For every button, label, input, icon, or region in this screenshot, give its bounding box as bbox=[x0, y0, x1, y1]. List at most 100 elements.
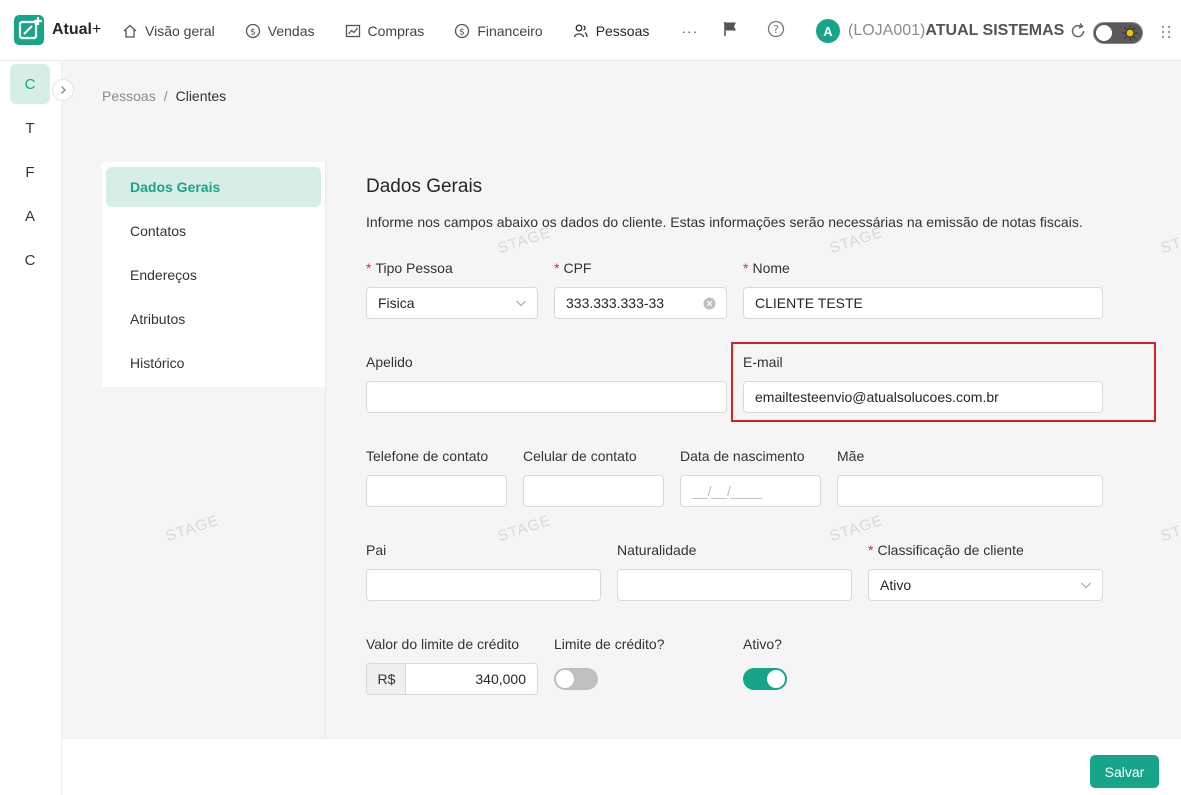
tipo-pessoa-select[interactable]: Fisica bbox=[366, 287, 538, 319]
app-name: Atual+ bbox=[52, 21, 102, 38]
naturalidade-input[interactable] bbox=[617, 569, 852, 601]
watermark: STAGE bbox=[1158, 511, 1181, 546]
cpf-label: * CPF bbox=[554, 260, 592, 276]
rail-item-f[interactable]: F bbox=[10, 152, 50, 192]
cpf-input[interactable]: 333.333.333-33 bbox=[554, 287, 727, 319]
ativo-switch[interactable] bbox=[743, 668, 787, 690]
nav-pessoas[interactable]: Pessoas bbox=[573, 22, 650, 39]
nav-visao-geral[interactable]: Visão geral bbox=[122, 23, 215, 39]
dollar-circle-icon: $ bbox=[455, 23, 470, 38]
nascimento-placeholder: __/__/____ bbox=[692, 483, 763, 499]
watermark: STAGE bbox=[163, 511, 222, 546]
breadcrumb: Pessoas / Clientes bbox=[102, 88, 226, 104]
classificacao-select[interactable]: Ativo bbox=[868, 569, 1103, 601]
rail-item-c2[interactable]: C bbox=[10, 240, 50, 280]
nav-compras[interactable]: Compras bbox=[345, 22, 425, 39]
limite-credito-switch[interactable] bbox=[554, 668, 598, 690]
watermark: STAGE bbox=[495, 511, 554, 546]
mae-input[interactable] bbox=[837, 475, 1103, 507]
nav-label: Compras bbox=[367, 22, 425, 39]
form-title: Dados Gerais bbox=[366, 176, 483, 197]
logo-icon bbox=[14, 15, 44, 45]
pai-input[interactable] bbox=[366, 569, 601, 601]
app-logo[interactable]: Atual+ bbox=[14, 15, 101, 45]
currency-prefix: R$ bbox=[366, 663, 406, 695]
avatar: A bbox=[816, 19, 840, 43]
svg-text:?: ? bbox=[773, 23, 779, 36]
more-menu-icon[interactable]: ··· bbox=[681, 23, 698, 39]
nome-input[interactable]: CLIENTE TESTE bbox=[743, 287, 1103, 319]
celular-input[interactable] bbox=[523, 475, 664, 507]
mae-label: Mãe bbox=[837, 448, 865, 464]
switch-knob bbox=[767, 670, 785, 688]
side-item-contatos[interactable]: Contatos bbox=[106, 211, 321, 251]
clear-icon[interactable] bbox=[703, 297, 716, 310]
form-description: Informe nos campos abaixo os dados do cl… bbox=[366, 214, 1083, 230]
refresh-icon[interactable] bbox=[1069, 22, 1087, 40]
apps-grid-icon[interactable] bbox=[1160, 24, 1172, 40]
ativo-label: Ativo? bbox=[743, 636, 782, 652]
user-profile[interactable]: A (LOJA001)ATUAL SISTEMAS bbox=[816, 19, 1064, 43]
breadcrumb-separator: / bbox=[163, 88, 168, 104]
side-item-enderecos[interactable]: Endereços bbox=[106, 255, 321, 295]
top-bar: Atual+ Visão geral $ Vendas Compras $ Fi… bbox=[0, 0, 1181, 61]
side-item-dados-gerais[interactable]: Dados Gerais bbox=[106, 167, 321, 207]
classificacao-value: Ativo bbox=[880, 577, 912, 593]
nav-financeiro[interactable]: $ Financeiro bbox=[454, 22, 543, 39]
rail-item-t[interactable]: T bbox=[10, 108, 50, 148]
pai-label: Pai bbox=[366, 542, 387, 558]
dollar-circle-icon: $ bbox=[245, 23, 260, 38]
email-value: emailtesteenvio@atualsolucoes.com.br bbox=[755, 389, 999, 405]
company-name: (LOJA001)ATUAL SISTEMAS bbox=[848, 22, 1065, 39]
telefone-label: Telefone de contato bbox=[366, 448, 489, 464]
nome-label: * Nome bbox=[743, 260, 790, 276]
apelido-label: Apelido bbox=[366, 354, 413, 370]
theme-toggle[interactable] bbox=[1093, 22, 1143, 44]
toggle-knob bbox=[1096, 25, 1112, 41]
nav-label: Pessoas bbox=[595, 22, 650, 39]
cpf-value: 333.333.333-33 bbox=[566, 295, 665, 311]
tipo-pessoa-label: * Tipo Pessoa bbox=[366, 260, 453, 276]
email-input[interactable]: emailtesteenvio@atualsolucoes.com.br bbox=[743, 381, 1103, 413]
flag-icon[interactable] bbox=[722, 20, 740, 38]
nome-value: CLIENTE TESTE bbox=[755, 295, 863, 311]
main-nav: Visão geral $ Vendas Compras $ Financeir… bbox=[122, 0, 698, 61]
switch-knob bbox=[556, 670, 574, 688]
nascimento-label: Data de nascimento bbox=[680, 448, 805, 464]
apelido-input[interactable] bbox=[366, 381, 727, 413]
watermark: STAGE bbox=[1158, 223, 1181, 258]
svg-text:$: $ bbox=[250, 27, 256, 37]
nav-label: Vendas bbox=[267, 22, 315, 39]
telefone-input[interactable] bbox=[366, 475, 507, 507]
section-menu: Dados Gerais Contatos Endereços Atributo… bbox=[102, 162, 325, 387]
breadcrumb-parent[interactable]: Pessoas bbox=[102, 88, 156, 104]
chevron-down-icon bbox=[1081, 582, 1091, 589]
chevron-down-icon bbox=[516, 300, 526, 307]
chevron-right-icon bbox=[61, 86, 66, 94]
top-icons: ? bbox=[722, 20, 812, 38]
left-rail: C T F A C bbox=[0, 61, 74, 795]
sun-icon bbox=[1122, 25, 1138, 41]
email-label: E-mail bbox=[743, 354, 783, 370]
help-icon[interactable]: ? bbox=[767, 20, 785, 38]
limite-valor-label: Valor do limite de crédito bbox=[366, 636, 520, 652]
expand-rail-button[interactable] bbox=[52, 79, 74, 101]
users-icon bbox=[573, 24, 588, 37]
side-item-historico[interactable]: Histórico bbox=[106, 343, 321, 383]
form-footer bbox=[62, 738, 1181, 795]
nav-label: Financeiro bbox=[477, 22, 543, 39]
limite-valor-input[interactable]: 340,000 bbox=[405, 663, 538, 695]
limite-credito-label: Limite de crédito? bbox=[554, 636, 665, 652]
svg-text:$: $ bbox=[459, 27, 465, 37]
nascimento-input[interactable]: __/__/____ bbox=[680, 475, 821, 507]
nav-label: Visão geral bbox=[145, 22, 215, 39]
side-item-atributos[interactable]: Atributos bbox=[106, 299, 321, 339]
naturalidade-label: Naturalidade bbox=[617, 542, 697, 558]
rail-item-c[interactable]: C bbox=[10, 64, 50, 104]
nav-vendas[interactable]: $ Vendas bbox=[245, 23, 315, 39]
watermark: STAGE bbox=[827, 511, 886, 546]
chart-line-icon bbox=[345, 24, 360, 37]
tipo-pessoa-value: Fisica bbox=[378, 295, 415, 311]
save-button[interactable]: Salvar bbox=[1090, 755, 1159, 788]
rail-item-a[interactable]: A bbox=[10, 196, 50, 236]
